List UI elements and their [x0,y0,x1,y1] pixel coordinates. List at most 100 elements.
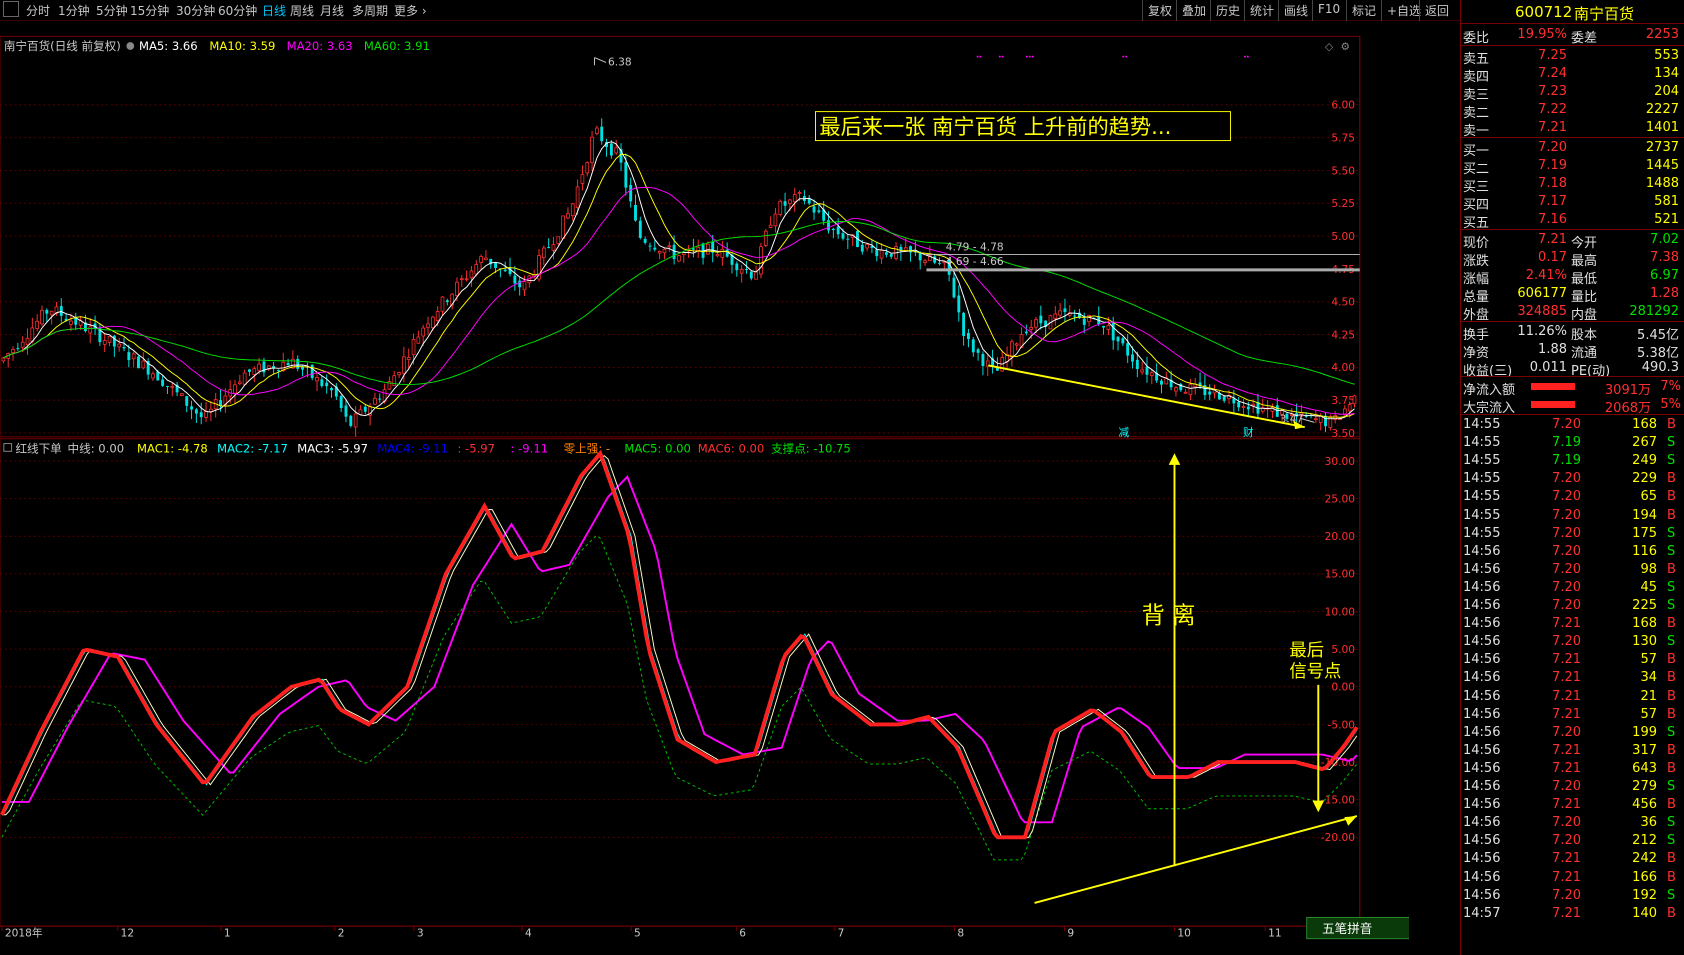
candle-body [1135,359,1139,370]
time-axis-label: 8 [957,927,964,940]
tick-time: 14:56 [1463,561,1501,577]
candle-body [1116,336,1120,342]
period-tab-2[interactable]: 5分钟 [96,2,128,19]
fund-value: 11.26% [1517,324,1567,339]
candle-body [358,409,363,415]
candle-body [643,238,647,243]
stat-value: 7.38 [1650,250,1679,265]
ask-volume: 134 [1654,66,1679,81]
ma-label-3: MA60: 3.91 [364,39,430,53]
signal-label-line1: 最后 [1289,641,1324,661]
toolbar-button-2[interactable]: 历史 [1210,0,1245,21]
toolbar-button-1[interactable]: 叠加 [1176,0,1211,21]
period-tab-1[interactable]: 1分钟 [58,2,90,19]
candle-body [966,333,970,340]
toolbar-button-4[interactable]: 画线 [1278,0,1313,21]
tick-price: 7.19 [1552,435,1581,451]
candle-body [445,300,449,303]
tick-volume: 34 [1640,670,1657,686]
tick-row: 14:56 7.20 199 S [1461,724,1684,742]
candle-body [585,162,590,174]
indicator-axis-label: 30.00 [1325,455,1356,468]
tick-side: S [1667,634,1676,650]
flow-bar [1531,401,1575,408]
chart-area[interactable]: 6.005.755.505.255.004.754.504.254.003.75… [0,20,1409,955]
period-tab-4[interactable]: 30分钟 [176,2,215,19]
tick-price: 7.20 [1552,598,1581,613]
period-tab-0[interactable]: 分时 [26,2,50,19]
toolbar-button-0[interactable]: 复权 [1142,0,1177,21]
bid-price: 7.16 [1538,212,1567,227]
indicator-settings-icon[interactable] [126,42,135,50]
period-tab-8[interactable]: 月线 [320,2,344,19]
event-marker-reduce[interactable]: 减 [1119,426,1130,439]
tick-price: 7.20 [1552,779,1581,794]
tick-time: 14:56 [1463,706,1501,722]
toolbar-button-3[interactable]: 统计 [1244,0,1279,21]
stat-row: 总量 606177 量比 1.28 [1461,285,1684,305]
candle-body [373,397,377,405]
candle-body [194,409,198,414]
candle-body [1160,380,1163,385]
candle-body [657,250,662,254]
toolbar-button-5[interactable]: F10 [1312,0,1345,21]
candle-body [783,201,787,206]
period-tab-5[interactable]: 60分钟 [218,2,257,19]
candle-body [455,281,459,296]
tick-row: 14:56 7.21 57 B [1461,651,1684,669]
candle-body [494,262,498,268]
period-tab-6[interactable]: 日线 [262,2,286,19]
price-axis-label: 5.25 [1331,197,1355,210]
tick-price: 7.20 [1552,634,1581,650]
event-marker-finance[interactable]: 财 [1243,426,1254,439]
tick-time: 14:56 [1463,688,1501,704]
tick-volume: 168 [1632,616,1657,632]
candle-body [1024,331,1028,334]
candle-body [609,143,613,156]
candle-body [629,184,633,202]
bid-volume: 1445 [1645,158,1679,173]
toolbar-button-6[interactable]: 标记 [1346,0,1381,21]
tick-row: 14:56 7.20 192 S [1461,887,1684,905]
diamond-icon[interactable]: ◇ [1325,40,1334,53]
candle-body [788,199,792,204]
period-tab-10[interactable]: 更多 › [394,2,427,19]
ask-volume: 553 [1654,48,1679,63]
tick-side: S [1667,724,1676,740]
tick-side: S [1667,833,1676,849]
candle-body [151,373,155,379]
tick-volume: 194 [1632,507,1657,523]
gear-icon[interactable]: ⚙ [1340,40,1350,53]
candle-body [1034,319,1038,328]
tick-row: 14:56 7.20 279 S [1461,778,1684,796]
menu-icon[interactable] [3,1,19,17]
flow-bar [1531,383,1575,390]
candle-body [551,244,556,251]
candle-body [1149,372,1154,376]
tick-row: 14:55 7.20 168 B [1461,416,1684,434]
candle-body [875,249,879,257]
candle-body [889,253,893,257]
period-tab-3[interactable]: 15分钟 [130,2,169,19]
ask-volume: 1401 [1645,120,1679,135]
tick-volume: 456 [1632,797,1657,813]
candle-body [479,256,483,263]
candle-body [459,278,464,281]
ask-row: 卖一 7.21 1401 [1461,119,1684,139]
divergence-label: 背 离 [1142,603,1196,629]
candle-body [754,271,758,280]
tick-side: B [1667,616,1676,632]
tick-price: 7.20 [1552,471,1581,487]
candle-body [464,278,469,281]
period-tab-7[interactable]: 周线 [290,2,314,19]
candle-body [339,396,343,409]
tick-row: 14:56 7.21 168 B [1461,615,1684,633]
toolbar-button-8[interactable]: 返回 [1419,0,1454,21]
period-tab-9[interactable]: 多周期 [352,2,388,19]
tick-price: 7.21 [1552,706,1581,722]
candle-body [430,316,435,329]
candle-body [556,236,561,244]
candle-body [170,386,175,388]
candle-body [1241,406,1246,408]
signal-label-line2: 信号点 [1289,662,1341,682]
